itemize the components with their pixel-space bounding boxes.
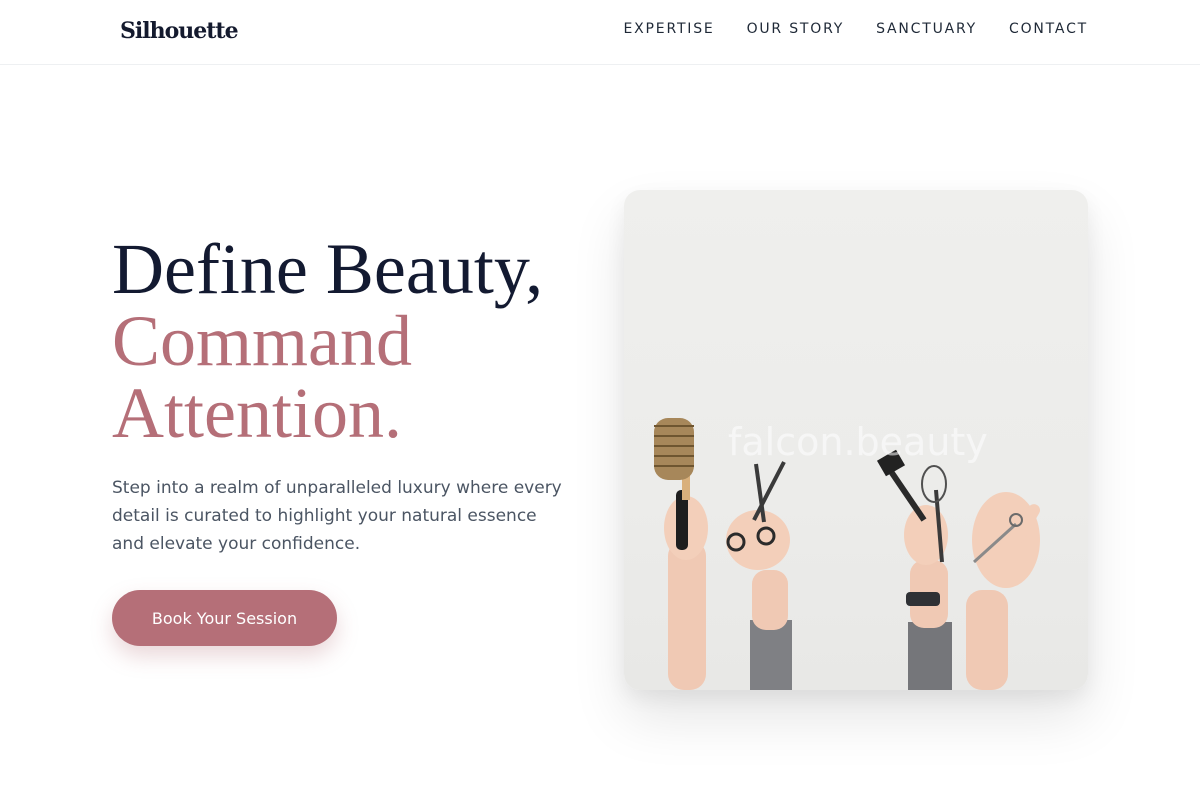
hero-image: falcon.beauty: [624, 190, 1088, 690]
hero-heading-line-1: Define Beauty,: [112, 229, 544, 309]
top-navbar: Silhouette EXPERTISE OUR STORY SANCTUARY…: [0, 0, 1200, 65]
nav-link-expertise[interactable]: EXPERTISE: [624, 21, 715, 37]
hero-heading-line-2: Command: [112, 301, 412, 381]
brand-logo[interactable]: Silhouette: [120, 18, 239, 44]
main-nav: EXPERTISE OUR STORY SANCTUARY CONTACT: [624, 21, 1088, 37]
hero-heading-line-3: Attention.: [112, 373, 402, 453]
hand-with-brush-illustration: [654, 418, 708, 690]
image-watermark: falcon.beauty: [728, 420, 988, 464]
hero-description: Step into a realm of unparalleled luxury…: [112, 478, 562, 554]
nav-link-sanctuary[interactable]: SANCTUARY: [876, 21, 977, 37]
hero-heading: Define Beauty, Command Attention.: [112, 233, 582, 449]
hand-with-tint-brush-illustration: [876, 449, 952, 690]
book-session-button[interactable]: Book Your Session: [112, 590, 337, 646]
nav-link-contact[interactable]: CONTACT: [1009, 21, 1088, 37]
hand-with-scissors-illustration: [726, 461, 792, 690]
hand-with-shears-illustration: [966, 492, 1040, 690]
nav-link-our-story[interactable]: OUR STORY: [747, 21, 845, 37]
